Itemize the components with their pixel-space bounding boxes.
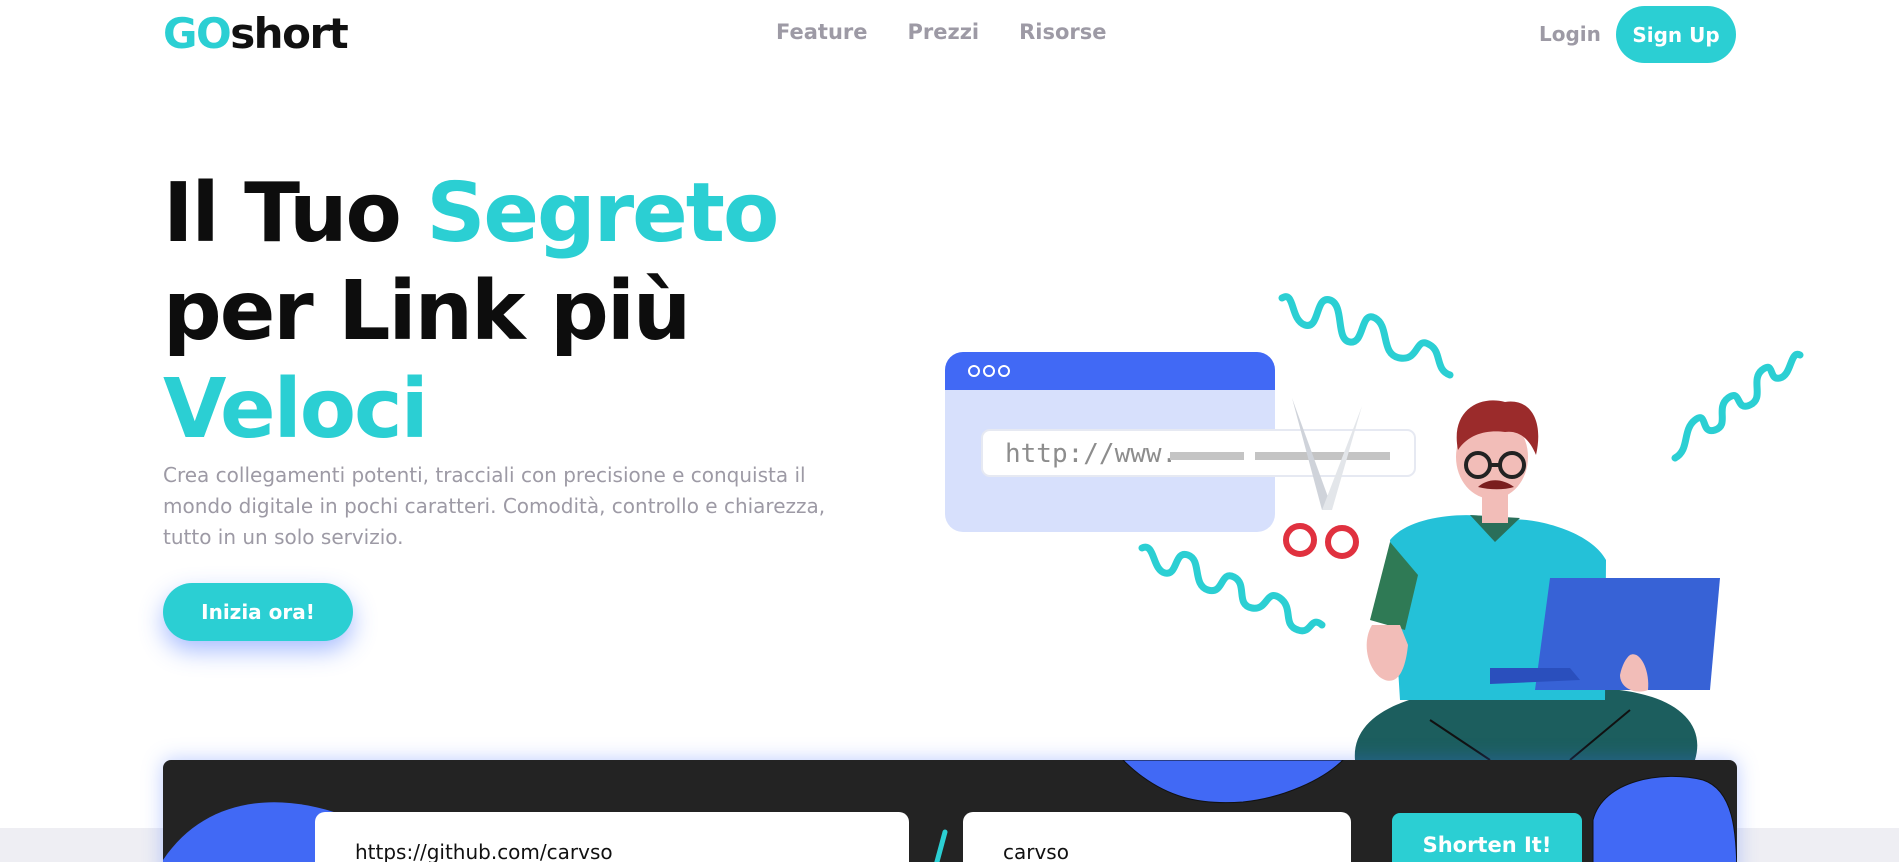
hero-illustration: http://www. (945, 293, 1804, 760)
nav-link-feature[interactable]: Feature (776, 20, 868, 44)
goshort-logo[interactable]: GOshort (163, 8, 349, 60)
nav-link-risorse[interactable]: Risorse (1019, 20, 1106, 44)
slash-separator-icon (934, 829, 948, 862)
hero-title-accent-veloci: Veloci (163, 362, 429, 457)
hero-title-line2: per Link più (163, 264, 691, 359)
squiggle-right (1671, 350, 1804, 462)
browser-url-text: http://www. (1005, 439, 1177, 469)
hero-title: Il Tuo Segreto per Link più Veloci (163, 165, 883, 459)
hero-title-accent-segreto: Segreto (426, 166, 779, 261)
hero-title-line1-a: Il Tuo (163, 166, 427, 261)
start-now-button[interactable]: Inizia ora! (163, 583, 353, 641)
squiggle-top (1278, 293, 1454, 379)
login-link[interactable]: Login (1539, 22, 1601, 46)
top-navbar: GOshort Feature Prezzi Risorse Login Sig… (0, 0, 1899, 70)
logo-short: short (230, 9, 349, 58)
logo-go: GO (163, 9, 232, 58)
custom-alias-input[interactable] (963, 812, 1351, 862)
nav-link-prezzi[interactable]: Prezzi (908, 20, 980, 44)
browser-window-graphic: http://www. (945, 352, 1416, 532)
shorten-button[interactable]: Shorten It! (1392, 813, 1582, 862)
hero-description: Crea collegamenti potenti, tracciali con… (163, 463, 826, 549)
long-url-input[interactable] (315, 812, 909, 862)
main-nav: Feature Prezzi Risorse (776, 20, 1107, 44)
url-shortener-panel: Shorten It! (163, 760, 1737, 862)
squiggle-left (1138, 543, 1326, 635)
signup-button[interactable]: Sign Up (1616, 6, 1736, 63)
